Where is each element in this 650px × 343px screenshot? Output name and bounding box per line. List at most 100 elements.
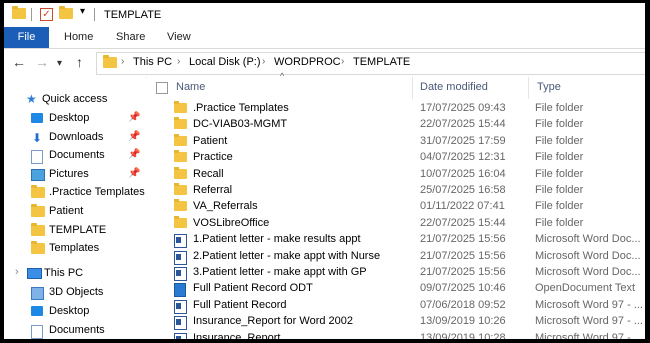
column-type[interactable]: Type [537, 81, 561, 93]
sidebar-item[interactable]: Pictures 📌 [4, 166, 146, 184]
recent-locations-button[interactable]: ▾ [57, 56, 62, 72]
file-date: 10/07/2025 16:04 [420, 167, 506, 180]
file-type: Microsoft Word 97 - ... [535, 298, 643, 311]
nav-label: Templates [49, 242, 100, 255]
file-type: File folder [535, 118, 584, 131]
back-button[interactable]: ← [12, 54, 26, 70]
file-row[interactable]: VA_Referrals 01/11/2022 07:41 File folder [147, 199, 645, 215]
nav-this-pc[interactable]: › This PC [4, 265, 146, 283]
pin-icon[interactable]: 📌 [128, 168, 140, 179]
file-name: Full Patient Record ODT [193, 282, 313, 295]
sort-ascending-icon: ^ [280, 71, 285, 81]
file-date: 21/07/2025 15:56 [420, 249, 506, 262]
file-date: 04/07/2025 12:31 [420, 151, 506, 164]
file-row[interactable]: .Practice Templates 17/07/2025 09:43 File … [147, 101, 645, 117]
file-date: 31/07/2025 17:59 [420, 134, 506, 147]
file-row[interactable]: Full Patient Record ODT 09/07/2025 10:46 O… [147, 281, 645, 298]
folder-icon [31, 204, 45, 220]
select-all-checkbox[interactable] [156, 82, 168, 94]
file-row[interactable]: 1.Patient letter - make results appt 21/0… [147, 232, 645, 249]
chevron-right-icon[interactable]: › [121, 56, 124, 67]
sidebar-item[interactable]: 3D Objects [4, 284, 146, 302]
nav-label: Documents [49, 324, 105, 336]
file-row[interactable]: DC-VIAB03-MGMT 22/07/2025 15:44 File folde… [147, 117, 645, 133]
forward-button[interactable]: → [35, 54, 49, 70]
sidebar-item[interactable]: Desktop [4, 303, 146, 321]
star-icon: ★ [26, 92, 37, 106]
file-type: File folder [535, 216, 584, 229]
nav-label: 3D Objects [49, 286, 104, 298]
file-date: 21/07/2025 15:56 [420, 266, 506, 278]
file-row[interactable]: Insurance_Report 13/09/2019 10:28 Microsof… [147, 331, 645, 339]
column-divider[interactable] [528, 77, 529, 99]
file-row[interactable]: Practice 04/07/2025 12:31 File folder [147, 150, 645, 166]
properties-icon[interactable]: ✓ [40, 8, 53, 22]
file-row[interactable]: VOSLibreOffice 22/07/2025 15:44 File folde… [147, 215, 645, 232]
file-row[interactable]: Patient 31/07/2025 17:59 File folder [147, 133, 645, 150]
breadcrumb-local-disk[interactable]: Local Disk (P:) [189, 56, 261, 68]
file-type: Microsoft Word Doc... [535, 233, 641, 246]
file-row[interactable]: Referral 25/07/2025 16:58 File folder [147, 183, 645, 199]
breadcrumb-this-pc[interactable]: This PC [133, 56, 172, 68]
3d-objects-icon [31, 287, 44, 303]
file-date: 09/07/2025 10:46 [420, 282, 506, 295]
file-name: Patient [193, 134, 228, 147]
tab-home[interactable]: Home [64, 27, 93, 48]
folder-icon [174, 117, 187, 132]
file-row[interactable]: Recall 10/07/2025 16:04 File folder [147, 166, 645, 183]
folder-icon [174, 101, 187, 116]
documents-icon [31, 150, 43, 167]
address-toolbar: ← → ▾ ↑ › This PC › Local Disk (P:) › WO… [4, 49, 645, 78]
file-row[interactable]: 2.Patient letter - make appt with Nurse 2… [147, 249, 645, 265]
file-date: 07/06/2018 09:52 [420, 298, 506, 311]
file-type: Microsoft Word 97 - ... [535, 331, 643, 339]
breadcrumb-wordproc[interactable]: WORDPROC [274, 56, 341, 68]
tab-view[interactable]: View [167, 27, 191, 48]
sidebar-item[interactable]: Documents 📌 [4, 147, 146, 165]
breadcrumb-template[interactable]: TEMPLATE [353, 56, 410, 68]
nav-label: Quick access [42, 93, 108, 105]
sidebar-item[interactable]: TEMPLATE [4, 222, 146, 240]
address-bar[interactable]: › This PC › Local Disk (P:) › WORDPROC ›… [96, 52, 645, 75]
column-name[interactable]: Name [176, 81, 205, 93]
pin-icon[interactable]: 📌 [128, 149, 140, 160]
up-button[interactable]: ↑ [76, 54, 83, 70]
file-type: Microsoft Word 97 - ... [535, 315, 643, 328]
file-name: 3.Patient letter - make appt with GP [193, 266, 367, 278]
file-name: .Practice Templates [193, 102, 289, 114]
tab-share[interactable]: Share [116, 27, 145, 48]
column-date-modified[interactable]: Date modified [420, 81, 488, 93]
folder-icon [31, 241, 45, 257]
pin-icon[interactable]: 📌 [128, 131, 140, 142]
file-row[interactable]: Insurance_Report for Word 2002 13/09/2019… [147, 314, 645, 331]
file-date: 22/07/2025 15:44 [420, 118, 506, 131]
file-row[interactable]: Full Patient Record 07/06/2018 09:52 Micro… [147, 298, 645, 314]
nav-label: .Practice Templates [49, 186, 145, 199]
file-type: File folder [535, 151, 584, 164]
tab-file[interactable]: File [4, 27, 49, 48]
nav-label: Documents [49, 149, 105, 162]
sidebar-item[interactable]: Patient [4, 203, 146, 221]
sidebar-item[interactable]: ⬇ Downloads 📌 [4, 129, 146, 147]
sidebar-item[interactable]: Templates [4, 240, 146, 258]
nav-quick-access[interactable]: ★ Quick access [4, 91, 146, 109]
chevron-right-icon[interactable]: › [341, 56, 344, 67]
chevron-right-icon[interactable]: › [262, 56, 265, 67]
nav-label: Desktop [49, 112, 90, 124]
sidebar-item[interactable]: Desktop 📌 [4, 110, 146, 128]
pin-icon[interactable]: 📌 [128, 112, 140, 123]
new-folder-icon[interactable] [59, 6, 73, 22]
chevron-right-icon[interactable]: › [177, 56, 180, 67]
explorer-window: ✓ ▾ TEMPLATE File Home Share View ← → ▾ … [4, 3, 645, 339]
file-type: File folder [535, 102, 584, 114]
file-name: Insurance_Report [193, 331, 281, 339]
file-row[interactable]: 3.Patient letter - make appt with GP 21/0… [147, 265, 645, 281]
folder-icon[interactable] [12, 6, 26, 22]
customize-quick-access-button[interactable]: ▾ [80, 6, 85, 20]
file-name: DC-VIAB03-MGMT [193, 118, 288, 131]
sidebar-item[interactable]: Documents [4, 322, 146, 339]
column-divider[interactable] [412, 77, 413, 99]
sidebar-item[interactable]: .Practice Templates [4, 184, 146, 202]
file-name: Recall [193, 167, 224, 180]
chevron-right-icon[interactable]: › [15, 266, 19, 278]
